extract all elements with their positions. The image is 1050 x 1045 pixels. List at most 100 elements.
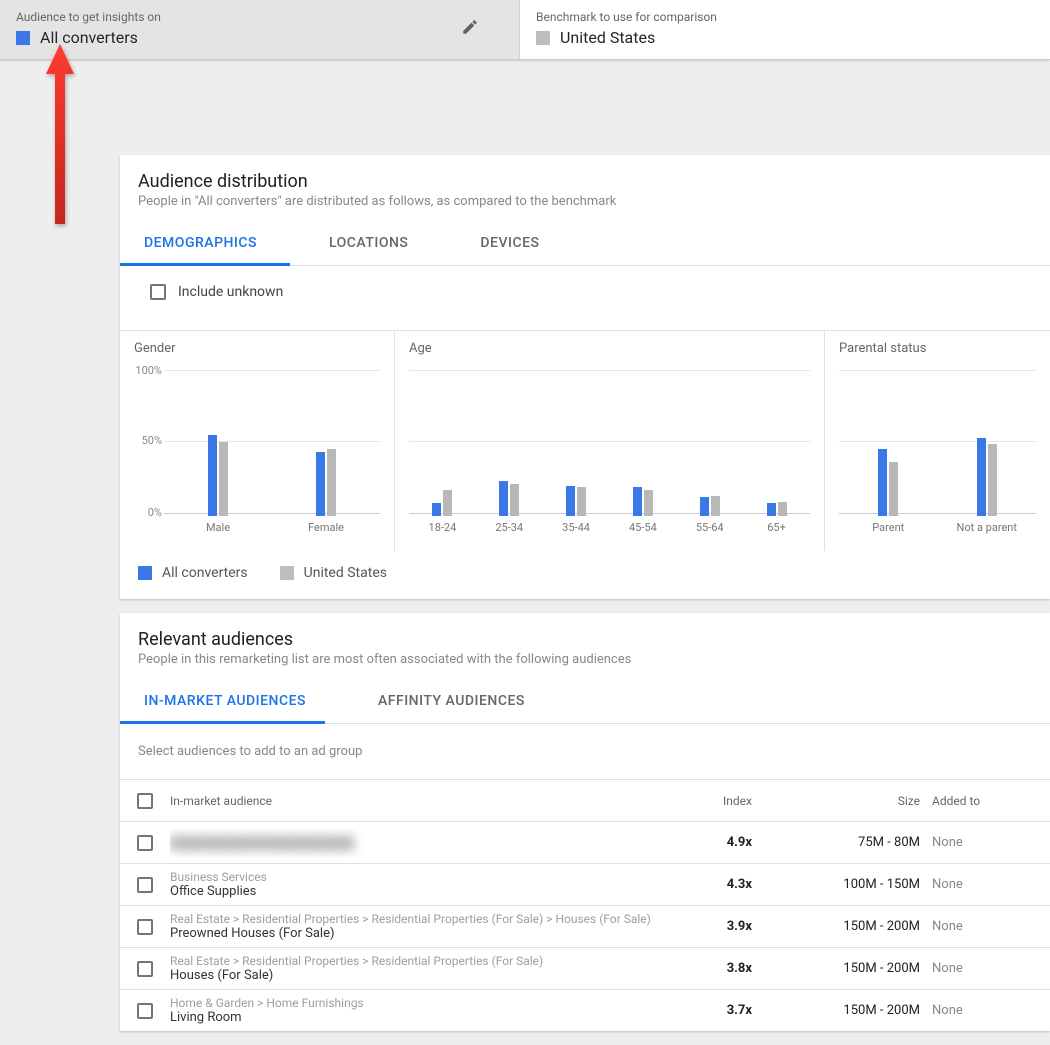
bar-series-a [977,438,986,516]
y-axis-label: 50% [130,434,162,447]
benchmark-selector-value: United States [560,28,655,47]
y-axis-label: 0% [130,506,162,519]
bar-group: 65+ [767,502,787,517]
table-row[interactable]: Real Estate > Residential Properties > R… [120,905,1050,947]
bar-group: Female [316,449,336,516]
audience-size: 100M - 150M [762,877,932,892]
audience-name: Houses (For Sale) [170,968,662,983]
age-bars: 18-2425-3435-4445-5455-6465+ [409,371,810,516]
bar-series-b [219,442,228,516]
age-chart: Age 18-2425-3435-4445-5455-6465+ [395,331,825,551]
gender-chart: Gender 100% 50% 0% Male Female [120,331,395,551]
bar-series-a [432,503,441,516]
bar-category-label: Female [308,521,344,534]
charts-row: Gender 100% 50% 0% MaleFemale Age 18-242… [120,331,1050,551]
tab-demographics[interactable]: DEMOGRAPHICS [138,235,263,265]
gender-bars: Male Female [164,371,380,516]
y-axis-label: 100% [130,364,162,377]
bar-series-b [778,502,787,517]
legend-swatch-a [138,566,152,580]
bar-series-b [443,490,452,516]
bar-series-b [327,449,336,516]
bar-series-b [889,462,898,516]
benchmark-selector-label: Benchmark to use for comparison [536,10,1024,24]
row-checkbox[interactable] [137,919,153,935]
audience-index: 3.7x [662,1003,762,1018]
bar-series-a [767,503,776,516]
benchmark-selector[interactable]: Benchmark to use for comparison United S… [520,0,1040,59]
table-row[interactable]: ████████████████████4.9x75M - 80MNone [120,821,1050,863]
bar-category-label: 45-54 [629,521,657,534]
row-checkbox[interactable] [137,835,153,851]
table-row[interactable]: Business ServicesOffice Supplies4.3x100M… [120,863,1050,905]
bar-group: 35-44 [566,486,586,516]
bar-group: Not a parent [977,438,997,516]
audience-selector[interactable]: Audience to get insights on All converte… [0,0,520,59]
bar-category-label: Not a parent [957,521,1017,534]
bar-series-a [633,487,642,516]
bar-series-a [566,486,575,516]
bar-group: 55-64 [700,496,720,516]
audience-added-to: None [932,961,1032,976]
parental-bars: ParentNot a parent [839,371,1036,516]
col-index: Index [662,794,762,808]
col-name: In-market audience [170,794,662,808]
include-unknown-label: Include unknown [178,284,283,300]
tab-devices[interactable]: DEVICES [474,235,545,265]
bar-series-a [878,449,887,516]
bar-group: Male [208,435,228,516]
audiences-table-body: ████████████████████4.9x75M - 80MNoneBus… [120,821,1050,1031]
parental-chart: Parental status ParentNot a parent [825,331,1050,551]
tab-underline [120,263,290,266]
bar-series-a [700,497,709,516]
distribution-subtitle: People in "All converters" are distribut… [138,194,1032,209]
audience-selector-value: All converters [40,28,138,47]
tab-locations[interactable]: LOCATIONS [323,235,414,265]
bar-series-a [316,452,325,516]
audience-breadcrumb: Real Estate > Residential Properties > R… [170,954,662,968]
bar-category-label: 35-44 [562,521,590,534]
legend-label-a: All converters [162,565,248,581]
tab-affinity[interactable]: AFFINITY AUDIENCES [372,693,531,723]
audience-added-to: None [932,1003,1032,1018]
row-checkbox[interactable] [137,961,153,977]
select-all-checkbox[interactable] [137,793,153,809]
audience-breadcrumb: Real Estate > Residential Properties > R… [170,912,662,926]
col-size: Size [762,794,932,808]
audience-name: Office Supplies [170,884,662,899]
audience-added-to: None [932,919,1032,934]
audience-size: 150M - 200M [762,1003,932,1018]
audiences-card: Relevant audiences People in this remark… [120,613,1050,1031]
table-row[interactable]: Home & Garden > Home FurnishingsLiving R… [120,989,1050,1031]
bar-series-b [988,444,997,517]
bar-series-a [499,481,508,516]
audience-name: ████████████████████ [170,835,662,851]
gender-chart-title: Gender [134,341,380,356]
bar-series-b [644,490,653,516]
tab-underline [120,721,325,724]
bar-series-b [711,496,720,516]
bar-category-label: 55-64 [696,521,724,534]
audience-swatch [16,31,30,45]
row-checkbox[interactable] [137,877,153,893]
include-unknown-checkbox[interactable] [150,284,166,300]
bar-series-b [577,487,586,516]
audiences-tabs: IN-MARKET AUDIENCES AFFINITY AUDIENCES [120,693,1050,724]
distribution-tabs: DEMOGRAPHICS LOCATIONS DEVICES [120,235,1050,266]
audience-name: Preowned Houses (For Sale) [170,926,662,941]
audience-name: Living Room [170,1010,662,1025]
chart-legend: All converters United States [120,551,1050,599]
bar-group: 45-54 [633,487,653,516]
edit-icon[interactable] [461,18,479,40]
audience-selector-label: Audience to get insights on [16,10,503,24]
row-checkbox[interactable] [137,1003,153,1019]
distribution-card: Audience distribution People in "All con… [120,155,1050,599]
audience-index: 3.8x [662,961,762,976]
tab-in-market[interactable]: IN-MARKET AUDIENCES [138,693,312,723]
audience-breadcrumb: Business Services [170,870,662,884]
audience-breadcrumb: Home & Garden > Home Furnishings [170,996,662,1010]
bar-category-label: 18-24 [429,521,457,534]
parental-chart-title: Parental status [839,341,1036,356]
table-row[interactable]: Real Estate > Residential Properties > R… [120,947,1050,989]
bar-group: 25-34 [499,481,519,516]
